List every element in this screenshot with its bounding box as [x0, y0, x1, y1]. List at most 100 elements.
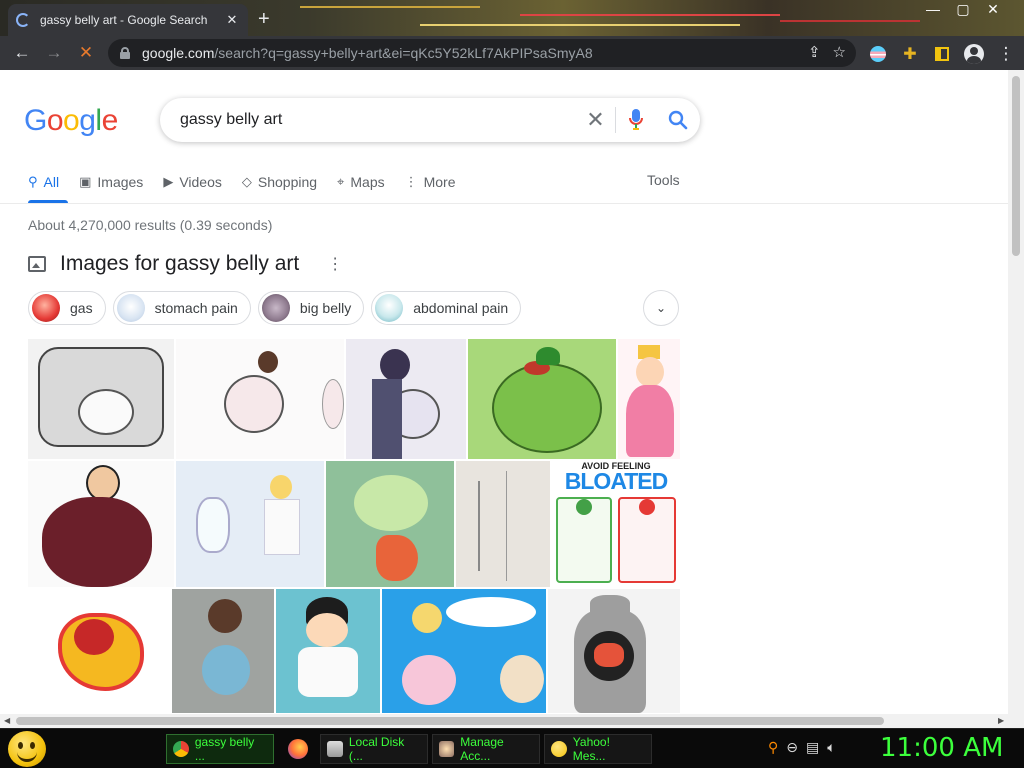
taskbar-button-manage-accounts[interactable]: Manage Acc...	[432, 734, 540, 764]
vertical-scroll-thumb[interactable]	[1012, 76, 1020, 256]
side-panel-icon[interactable]	[926, 38, 958, 70]
chrome-menu-icon[interactable]: ⋮	[990, 38, 1022, 70]
result-stats: About 4,270,000 results (0.39 seconds)	[28, 217, 273, 233]
tab-images[interactable]: ▣ Images	[79, 172, 143, 192]
images-section-header: Images for gassy belly art ⋮	[28, 252, 343, 276]
wallpaper-streak	[780, 20, 920, 22]
more-options-icon[interactable]: ⋮	[327, 254, 343, 274]
tools-button[interactable]: Tools	[647, 172, 680, 188]
image-result[interactable]	[468, 339, 616, 459]
minimize-button[interactable]: —	[918, 0, 948, 18]
address-bar[interactable]: google.com/search?q=gassy+belly+art&ei=q…	[108, 39, 856, 67]
tab-shopping[interactable]: ◇ Shopping	[242, 172, 317, 192]
chip-abdominal-pain[interactable]: abdominal pain	[371, 291, 522, 325]
maximize-button[interactable]: ▢	[948, 0, 978, 18]
tab-close-icon[interactable]: ✕	[224, 12, 240, 28]
horizontal-scrollbar[interactable]: ◀ ▶	[0, 714, 1024, 728]
stop-loading-icon[interactable]: ✕	[70, 37, 102, 69]
image-result[interactable]	[382, 589, 546, 713]
loading-spinner-icon	[16, 13, 30, 27]
status-icon[interactable]: ⊖	[786, 739, 798, 756]
image-icon: ▣	[79, 174, 92, 189]
vertical-scrollbar[interactable]	[1008, 70, 1024, 714]
search-icon[interactable]: ⚲	[768, 739, 778, 756]
chip-big-belly[interactable]: big belly	[257, 291, 365, 325]
image-result[interactable]	[456, 461, 550, 587]
volume-icon[interactable]: 🔈︎	[827, 739, 835, 756]
image-result[interactable]	[176, 461, 324, 587]
video-icon: ▶	[163, 174, 174, 189]
image-result[interactable]	[28, 589, 170, 713]
taskbar-button-chrome[interactable]: gassy belly ...	[166, 734, 274, 764]
search-icon: ⚲	[28, 174, 38, 189]
drive-icon	[327, 741, 343, 757]
tabs-divider	[0, 203, 1008, 204]
taskbar-clock[interactable]: 11:00 AM	[880, 733, 1003, 763]
close-window-button[interactable]: ✕	[978, 0, 1008, 18]
chrome-icon	[173, 741, 189, 757]
image-result[interactable]	[172, 589, 274, 713]
browser-toolbar: ← → ✕ google.com/search?q=gassy+belly+ar…	[0, 36, 1024, 70]
yahoo-messenger-icon	[551, 741, 567, 757]
tab-more[interactable]: ⋮ More	[405, 172, 456, 192]
search-input[interactable]: gassy belly art	[180, 111, 576, 129]
chip-thumbnail	[32, 294, 60, 322]
chip-thumbnail	[116, 294, 145, 322]
firefox-icon[interactable]	[288, 739, 308, 759]
tab-all[interactable]: ⚲ All	[28, 172, 59, 192]
image-result[interactable]	[28, 339, 174, 459]
scroll-left-arrow-icon[interactable]: ◀	[4, 716, 10, 725]
images-section-title[interactable]: Images for gassy belly art	[60, 252, 299, 276]
new-tab-button[interactable]: +	[258, 8, 270, 31]
search-results-page: Google gassy belly art ✕ ⚲ All ▣ Images ▶ V…	[0, 70, 1024, 728]
back-arrow-icon[interactable]: ←	[6, 37, 38, 69]
image-result[interactable]	[346, 339, 466, 459]
tag-icon: ◇	[241, 174, 252, 189]
image-result[interactable]	[28, 461, 174, 587]
tab-maps[interactable]: ⌖ Maps	[337, 172, 385, 192]
wallpaper-streak	[300, 6, 480, 8]
clear-search-icon[interactable]: ✕	[576, 107, 616, 133]
network-icon[interactable]: ▤	[806, 739, 819, 756]
more-vert-icon: ⋮	[404, 174, 418, 189]
chip-thumbnail	[375, 294, 404, 322]
tab-videos[interactable]: ▶ Videos	[163, 172, 222, 192]
chips-expand-chevron-icon[interactable]: ⌄	[643, 290, 679, 326]
search-submit-icon[interactable]	[656, 110, 700, 130]
profile-avatar-icon[interactable]	[958, 38, 990, 70]
image-result[interactable]	[176, 339, 344, 459]
forward-arrow-icon[interactable]: →	[38, 37, 70, 69]
horizontal-scroll-thumb[interactable]	[16, 717, 884, 725]
chip-thumbnail	[261, 294, 290, 322]
image-result[interactable]: AVOID FEELING BLOATED	[552, 461, 680, 587]
image-icon	[28, 256, 46, 272]
system-tray: ⚲ ⊖ ▤ 🔈︎	[768, 739, 836, 756]
share-icon[interactable]: ⇪	[808, 43, 821, 61]
refinement-chips: gas stomach pain big belly abdominal pai…	[28, 291, 522, 325]
extensions-puzzle-icon[interactable]: ✚	[894, 38, 926, 70]
search-box[interactable]: gassy belly art ✕	[160, 98, 700, 142]
image-results-grid: AVOID FEELING BLOATED	[28, 339, 680, 713]
window-controls: — ▢ ✕	[918, 0, 1008, 18]
lock-icon[interactable]	[120, 47, 130, 59]
image-result[interactable]	[326, 461, 454, 587]
google-logo[interactable]: Google	[24, 104, 118, 138]
taskbar: gassy belly ... Local Disk (... Manage A…	[0, 728, 1024, 768]
bookmark-star-icon[interactable]: ☆	[833, 43, 846, 61]
url-path: /search?q=gassy+belly+art&ei=qKc5Y52kLf7…	[214, 45, 593, 61]
image-result[interactable]	[276, 589, 380, 713]
wallpaper-streak	[420, 24, 740, 26]
image-result[interactable]	[618, 339, 680, 459]
scroll-right-arrow-icon[interactable]: ▶	[998, 716, 1004, 725]
image-result[interactable]	[548, 589, 680, 713]
extension-flag-icon[interactable]	[862, 38, 894, 70]
browser-tab-active[interactable]: gassy belly art - Google Search ✕	[8, 4, 248, 36]
start-button-smiley-icon[interactable]	[8, 731, 46, 767]
taskbar-button-yahoo-messenger[interactable]: Yahoo! Mes...	[544, 734, 652, 764]
tile-caption: BLOATED	[564, 468, 668, 494]
microphone-icon[interactable]	[616, 109, 656, 131]
taskbar-button-local-disk[interactable]: Local Disk (...	[320, 734, 428, 764]
search-tabs: ⚲ All ▣ Images ▶ Videos ◇ Shopping ⌖ Maps ⋮ Mo…	[28, 172, 476, 203]
chip-stomach-pain[interactable]: stomach pain	[112, 291, 251, 325]
chip-gas[interactable]: gas	[28, 291, 106, 325]
